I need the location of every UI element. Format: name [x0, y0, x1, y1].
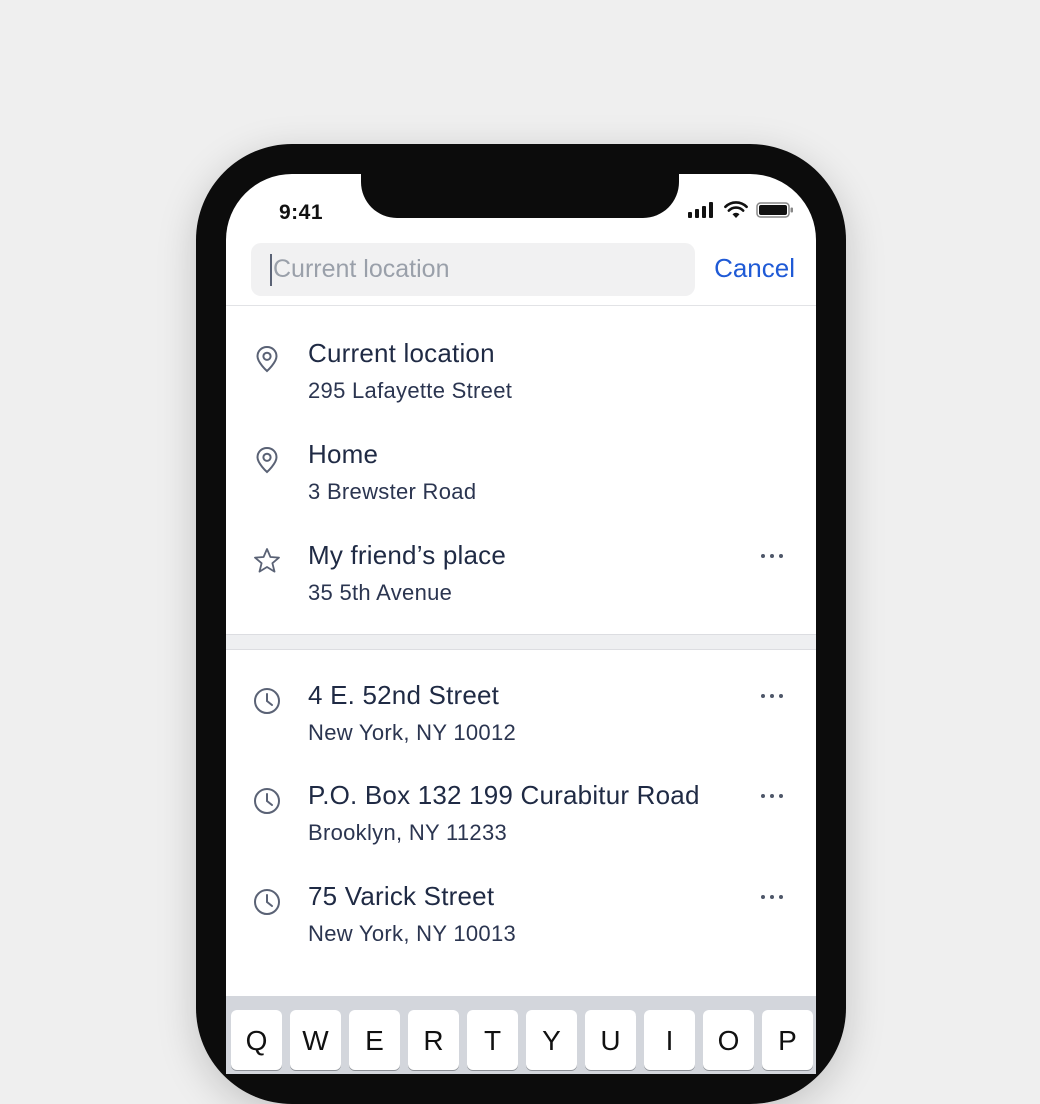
- key-q[interactable]: Q: [231, 1010, 282, 1070]
- key-o[interactable]: O: [703, 1010, 754, 1070]
- more-options-icon[interactable]: [754, 546, 790, 566]
- list-item-title: 75 Varick Street: [308, 881, 495, 911]
- list-item-title: P.O. Box 132 199 Curabitur Road: [308, 780, 700, 810]
- signal-icon: [688, 202, 713, 218]
- star-icon: [254, 548, 280, 573]
- location-pin-icon: [256, 345, 278, 373]
- keyboard: Q W E R T Y U I O P: [226, 996, 816, 1074]
- cancel-button[interactable]: Cancel: [714, 253, 795, 284]
- list-item-home[interactable]: Home 3 Brewster Road: [226, 433, 816, 529]
- list-item-recent-2[interactable]: P.O. Box 132 199 Curabitur Road Brooklyn…: [226, 774, 816, 870]
- list-item-title: Current location: [308, 338, 495, 368]
- key-y[interactable]: Y: [526, 1010, 577, 1070]
- section-separator: [226, 634, 816, 650]
- screen: 9:41 Cancel Current l: [226, 174, 816, 1074]
- list-item-subtitle: 35 5th Avenue: [308, 580, 453, 605]
- key-u[interactable]: U: [585, 1010, 636, 1070]
- more-options-icon[interactable]: [754, 786, 790, 806]
- status-icons: [688, 201, 794, 219]
- key-i[interactable]: I: [644, 1010, 695, 1070]
- more-options-icon[interactable]: [754, 686, 790, 706]
- list-item-current-location[interactable]: Current location 295 Lafayette Street: [226, 332, 816, 428]
- search-row: Cancel: [226, 242, 816, 306]
- location-pin-icon: [256, 446, 278, 474]
- key-e[interactable]: E: [349, 1010, 400, 1070]
- list-item-recent-3[interactable]: 75 Varick Street New York, NY 10013: [226, 875, 816, 971]
- more-options-icon[interactable]: [754, 887, 790, 907]
- key-w[interactable]: W: [290, 1010, 341, 1070]
- key-t[interactable]: T: [467, 1010, 518, 1070]
- key-r[interactable]: R: [408, 1010, 459, 1070]
- list-item-subtitle: 295 Lafayette Street: [308, 378, 513, 403]
- clock-icon: [254, 688, 280, 714]
- clock-icon: [254, 788, 280, 814]
- wifi-icon: [724, 201, 748, 218]
- list-item-subtitle: Brooklyn, NY 11233: [308, 820, 508, 845]
- clock-icon: [254, 889, 280, 915]
- divider: [226, 305, 816, 306]
- key-p[interactable]: P: [762, 1010, 813, 1070]
- list-item-subtitle: 3 Brewster Road: [308, 479, 477, 504]
- status-time: 9:41: [279, 201, 324, 224]
- text-caret: [270, 253, 272, 286]
- notch: [361, 174, 679, 218]
- list-item-title: My friend’s place: [308, 540, 507, 570]
- list-item-subtitle: New York, NY 10013: [308, 921, 517, 946]
- list-item-title: Home: [308, 439, 379, 469]
- list-item-friends-place[interactable]: My friend’s place 35 5th Avenue: [226, 534, 816, 630]
- list-item-title: 4 E. 52nd Street: [308, 680, 500, 710]
- search-input[interactable]: [273, 255, 673, 284]
- list-item-recent-1[interactable]: 4 E. 52nd Street New York, NY 10012: [226, 674, 816, 770]
- battery-icon: [756, 202, 793, 218]
- search-box[interactable]: [251, 243, 695, 296]
- list-item-subtitle: New York, NY 10012: [308, 720, 517, 745]
